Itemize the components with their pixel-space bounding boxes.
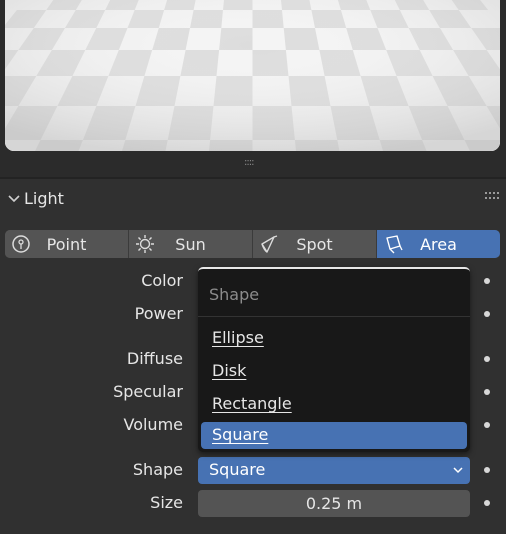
chevron-down-icon[interactable]	[6, 192, 22, 206]
dropdown-title: Shape	[209, 285, 260, 304]
option-label: Disk	[212, 361, 247, 380]
point-light-icon	[12, 235, 30, 253]
light-type-label: Sun	[175, 234, 206, 254]
color-label: Color	[141, 271, 183, 290]
dropdown-option-square[interactable]: Square	[201, 422, 467, 449]
light-type-sun[interactable]: Sun	[129, 230, 253, 258]
drag-handle-icon[interactable]	[484, 191, 500, 201]
size-field[interactable]: 0.25 m	[198, 490, 470, 517]
panel-header[interactable]	[0, 180, 506, 220]
light-type-spot[interactable]: Spot	[253, 230, 377, 258]
divider	[0, 177, 506, 179]
dropdown-option-ellipse[interactable]: Ellipse	[201, 325, 467, 352]
diffuse-label: Diffuse	[126, 349, 183, 368]
keyframe-dot-color[interactable]	[484, 278, 490, 284]
keyframe-dot-power[interactable]	[484, 311, 490, 317]
panel-title: Light	[24, 189, 64, 208]
dropdown-option-disk[interactable]: Disk	[201, 358, 467, 385]
keyframe-dot-shape[interactable]	[484, 467, 490, 473]
option-label: Square	[212, 425, 269, 444]
resize-grip-icon[interactable]: ::::	[244, 157, 255, 168]
preview-area: ::::	[0, 0, 506, 178]
light-type-label: Point	[46, 234, 87, 254]
spot-light-icon	[261, 235, 278, 253]
shape-dropdown-menu: Shape Ellipse Disk Rectangle Square	[198, 267, 470, 452]
shape-dropdown[interactable]: Square	[198, 457, 470, 484]
keyframe-dot-volume[interactable]	[484, 422, 490, 428]
power-label: Power	[134, 304, 183, 323]
light-type-label: Spot	[296, 234, 333, 254]
sun-light-icon	[136, 235, 154, 253]
option-label: Ellipse	[212, 328, 264, 347]
area-light-icon	[386, 235, 403, 254]
volume-label: Volume	[123, 415, 183, 434]
chevron-down-icon	[453, 467, 463, 474]
light-type-point[interactable]: Point	[5, 230, 129, 258]
light-type-area[interactable]: Area	[377, 230, 500, 258]
light-type-label: Area	[420, 234, 457, 254]
material-preview	[5, 0, 500, 151]
shape-label: Shape	[132, 460, 183, 479]
keyframe-dot-diffuse[interactable]	[484, 356, 490, 362]
shape-value: Square	[209, 460, 266, 479]
keyframe-dot-size[interactable]	[484, 500, 490, 506]
specular-label: Specular	[113, 382, 183, 401]
dropdown-separator	[198, 316, 470, 317]
light-type-selector: Point Sun Spot Area	[5, 230, 500, 258]
dropdown-option-rectangle[interactable]: Rectangle	[201, 391, 467, 418]
size-label: Size	[150, 493, 183, 512]
keyframe-dot-specular[interactable]	[484, 389, 490, 395]
option-label: Rectangle	[212, 394, 292, 413]
